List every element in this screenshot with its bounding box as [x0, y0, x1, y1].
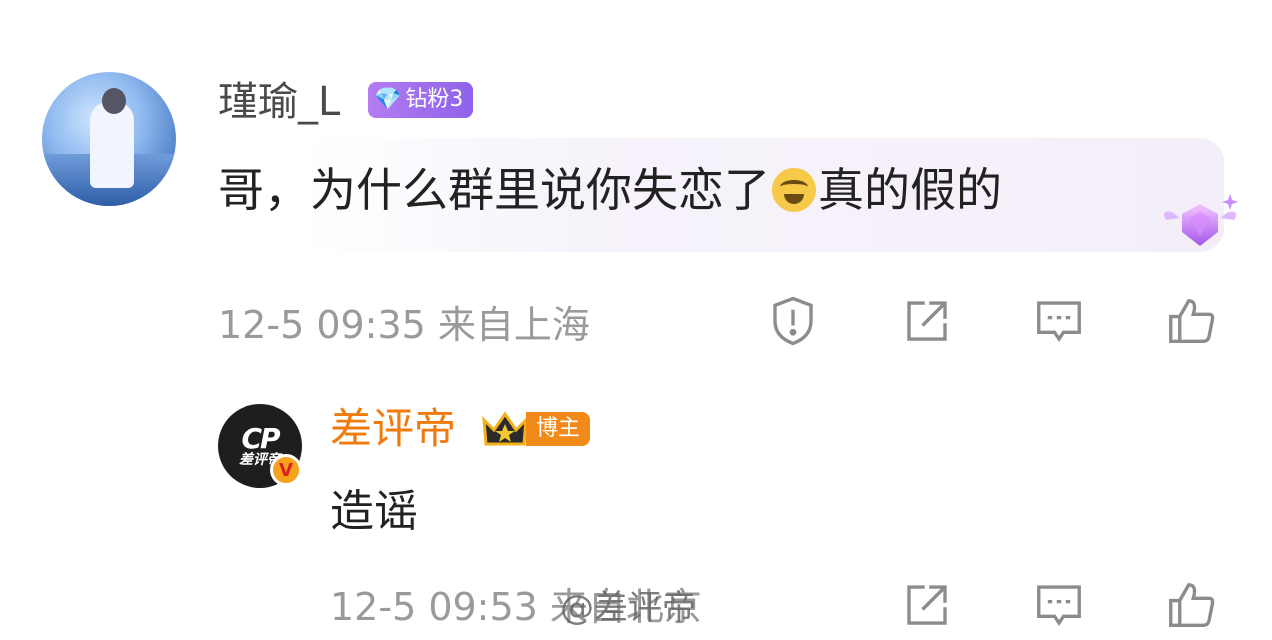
comment-text: 哥，为什么群里说你失恋了 真的假的	[218, 160, 1002, 220]
blogger-badge: 博主	[526, 412, 591, 446]
forward-share-icon[interactable]	[898, 576, 956, 634]
fan-badge-label: 钻粉3	[405, 87, 464, 112]
avatar-head	[102, 88, 126, 114]
forward-share-icon[interactable]	[898, 292, 956, 350]
weibo-watermark: @差评帝	[560, 588, 696, 628]
avatar-figure	[90, 102, 134, 188]
comment-text-part1: 哥，为什么群里说你失恋了	[218, 163, 770, 217]
user-avatar[interactable]	[42, 72, 176, 206]
comment-time: 12-5 09:35	[218, 303, 426, 347]
comment-username[interactable]: 瑾瑜_L	[218, 78, 340, 126]
reply-text: 造谣	[330, 486, 418, 537]
avatar-logo: CP	[241, 422, 280, 455]
laugh-cry-emoji-icon	[772, 168, 816, 212]
comment-location: 来自上海	[437, 303, 590, 347]
fan-level-badge[interactable]: 💎 钻粉3	[368, 82, 474, 118]
like-thumb-icon[interactable]	[1162, 576, 1220, 634]
reply-comment-icon[interactable]	[1030, 292, 1088, 350]
blogger-username[interactable]: 差评帝	[330, 404, 456, 454]
report-shield-icon[interactable]	[764, 292, 822, 350]
crown-icon	[482, 411, 528, 446]
diamond-fan-decoration-icon	[1164, 194, 1238, 246]
verified-v-icon: V	[270, 454, 302, 486]
like-thumb-icon[interactable]	[1162, 292, 1220, 350]
diamond-icon: 💎	[374, 87, 402, 112]
comment-meta: 12-5 09:35 来自上海	[218, 302, 590, 348]
reply-time: 12-5 09:53	[330, 585, 538, 629]
comment-text-part2: 真的假的	[818, 163, 1002, 217]
reply-comment-icon[interactable]	[1030, 576, 1088, 634]
